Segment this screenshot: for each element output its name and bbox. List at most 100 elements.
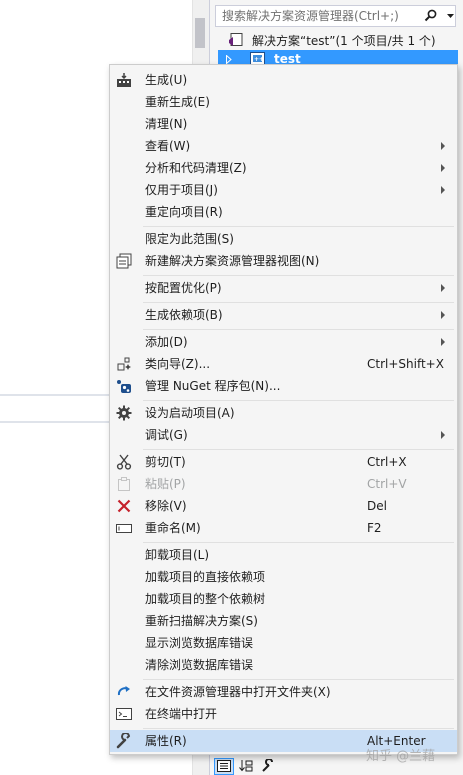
menu-item-label: 分析和代码清理(Z) [145,161,247,175]
menu-item-debug[interactable]: 调试(G) [110,424,457,446]
menu-item-label: 重新扫描解决方案(S) [145,614,258,628]
properties-view-icon[interactable] [214,757,234,775]
nuget-icon [116,378,132,394]
solution-explorer-toolbar [214,757,314,775]
menu-item-open-in-terminal[interactable]: 在终端中打开 [110,703,457,725]
menu-item-label: 在终端中打开 [145,707,218,721]
menu-item-paste[interactable]: 粘贴(P) Ctrl+V [110,473,457,495]
menu-item-unload[interactable]: 卸载项目(L) [110,544,457,566]
menu-item-set-startup[interactable]: 设为启动项目(A) [110,402,457,424]
shortcut-text: Ctrl+V [367,477,407,491]
menu-item-label: 在文件资源管理器中打开文件夹(X) [145,685,331,699]
menu-item-show-db-errors[interactable]: 显示浏览数据库错误 [110,632,457,654]
search-options-icon[interactable] [445,13,455,19]
open-folder-arrow-icon [116,684,132,700]
menu-item-label: 重新生成(E) [145,95,210,109]
menu-item-retarget[interactable]: 重定向项目(R) [110,201,457,223]
clipboard-icon [116,476,132,492]
rename-icon [116,520,132,536]
menu-item-label: 调试(G) [145,428,188,442]
menu-item-label: 限定为此范围(S) [145,232,234,246]
terminal-icon [116,706,132,722]
menu-item-new-view[interactable]: 新建解决方案资源管理器视图(N) [110,250,457,272]
menu-item-label: 管理 NuGet 程序包(N)... [145,379,281,393]
solution-icon [228,32,244,48]
menu-separator [143,728,454,729]
gear-icon [116,405,132,421]
menu-separator [143,449,454,450]
menu-item-cut[interactable]: 剪切(T) Ctrl+X [110,451,457,473]
menu-separator [143,679,454,680]
menu-separator [143,329,454,330]
menu-item-label: 按配置优化(P) [145,281,222,295]
remove-x-icon [116,498,132,514]
submenu-arrow-icon [441,431,445,439]
watermark-text: 知乎 @兰藉 [366,749,436,764]
menu-item-label: 移除(V) [145,499,187,513]
menu-item-analyze[interactable]: 分析和代码清理(Z) [110,157,457,179]
menu-item-remove[interactable]: 移除(V) Del [110,495,457,517]
menu-item-load-direct-deps[interactable]: 加载项目的直接依赖项 [110,566,457,588]
solution-label: 解决方案“test”(1 个项目/共 1 个) [252,33,436,48]
wrench-icon[interactable] [258,758,278,775]
svg-text:++: ++ [254,56,264,63]
menu-separator [143,275,454,276]
menu-item-open-in-explorer[interactable]: 在文件资源管理器中打开文件夹(X) [110,681,457,703]
context-menu: 生成(U) 重新生成(E) 清理(N) 查看(W) 分析和代码清理(Z) 仅用于… [109,64,458,755]
sort-icon[interactable] [236,758,256,775]
submenu-arrow-icon [441,186,445,194]
menu-item-view[interactable]: 查看(W) [110,135,457,157]
menu-item-label: 生成(U) [145,73,188,87]
menu-item-label: 显示浏览数据库错误 [145,636,254,650]
menu-item-scope-to-this[interactable]: 限定为此范围(S) [110,228,457,250]
menu-item-label: 加载项目的整个依赖树 [145,592,266,606]
menu-item-rebuild[interactable]: 重新生成(E) [110,91,457,113]
menu-item-label: 添加(D) [145,335,188,349]
menu-separator [143,400,454,401]
menu-item-label: 卸载项目(L) [145,548,210,562]
solution-search-input[interactable] [222,9,417,23]
menu-item-class-wizard[interactable]: 类向导(Z)... Ctrl+Shift+X [110,353,457,375]
submenu-arrow-icon [441,338,445,346]
menu-item-rescan[interactable]: 重新扫描解决方案(S) [110,610,457,632]
menu-item-label: 重命名(M) [145,521,201,535]
submenu-arrow-icon [441,142,445,150]
menu-item-build-deps[interactable]: 生成依赖项(B) [110,304,457,326]
menu-item-label: 属性(R) [145,734,187,748]
menu-item-clean[interactable]: 清理(N) [110,113,457,135]
class-wizard-icon [116,356,132,372]
menu-item-label: 类向导(Z)... [145,357,211,371]
build-icon [116,72,132,88]
menu-separator [143,542,454,543]
menu-item-label: 加载项目的直接依赖项 [145,570,266,584]
menu-item-label: 剪切(T) [145,455,186,469]
shortcut-text: Ctrl+X [367,455,407,469]
menu-item-rename[interactable]: 重命名(M) F2 [110,517,457,539]
submenu-arrow-icon [441,164,445,172]
menu-item-label: 设为启动项目(A) [145,406,235,420]
menu-item-build[interactable]: 生成(U) [110,69,457,91]
shortcut-text: Ctrl+Shift+X [367,357,444,371]
shortcut-text: Del [367,499,387,513]
menu-item-nuget[interactable]: 管理 NuGet 程序包(N)... [110,375,457,397]
menu-item-label: 粘贴(P) [145,477,186,491]
menu-item-label: 查看(W) [145,139,191,153]
menu-separator [143,226,454,227]
solution-node[interactable]: 解决方案“test”(1 个项目/共 1 个) [228,31,458,49]
menu-item-label: 新建解决方案资源管理器视图(N) [145,254,320,268]
shortcut-text: F2 [367,521,382,535]
menu-item-load-dep-tree[interactable]: 加载项目的整个依赖树 [110,588,457,610]
menu-item-label: 清理(N) [145,117,188,131]
menu-item-label: 生成依赖项(B) [145,308,223,322]
menu-item-add[interactable]: 添加(D) [110,331,457,353]
menu-item-project-only[interactable]: 仅用于项目(J) [110,179,457,201]
submenu-arrow-icon [441,311,445,319]
solution-search-box[interactable] [215,5,456,27]
menu-item-clear-db-errors[interactable]: 清除浏览数据库错误 [110,654,457,676]
search-icon[interactable] [417,6,445,26]
expand-arrow-icon[interactable] [226,54,236,64]
new-view-icon [116,253,132,269]
scissors-icon [116,454,132,470]
menu-item-config-optimize[interactable]: 按配置优化(P) [110,277,457,299]
scrollbar-thumb[interactable] [195,18,205,48]
